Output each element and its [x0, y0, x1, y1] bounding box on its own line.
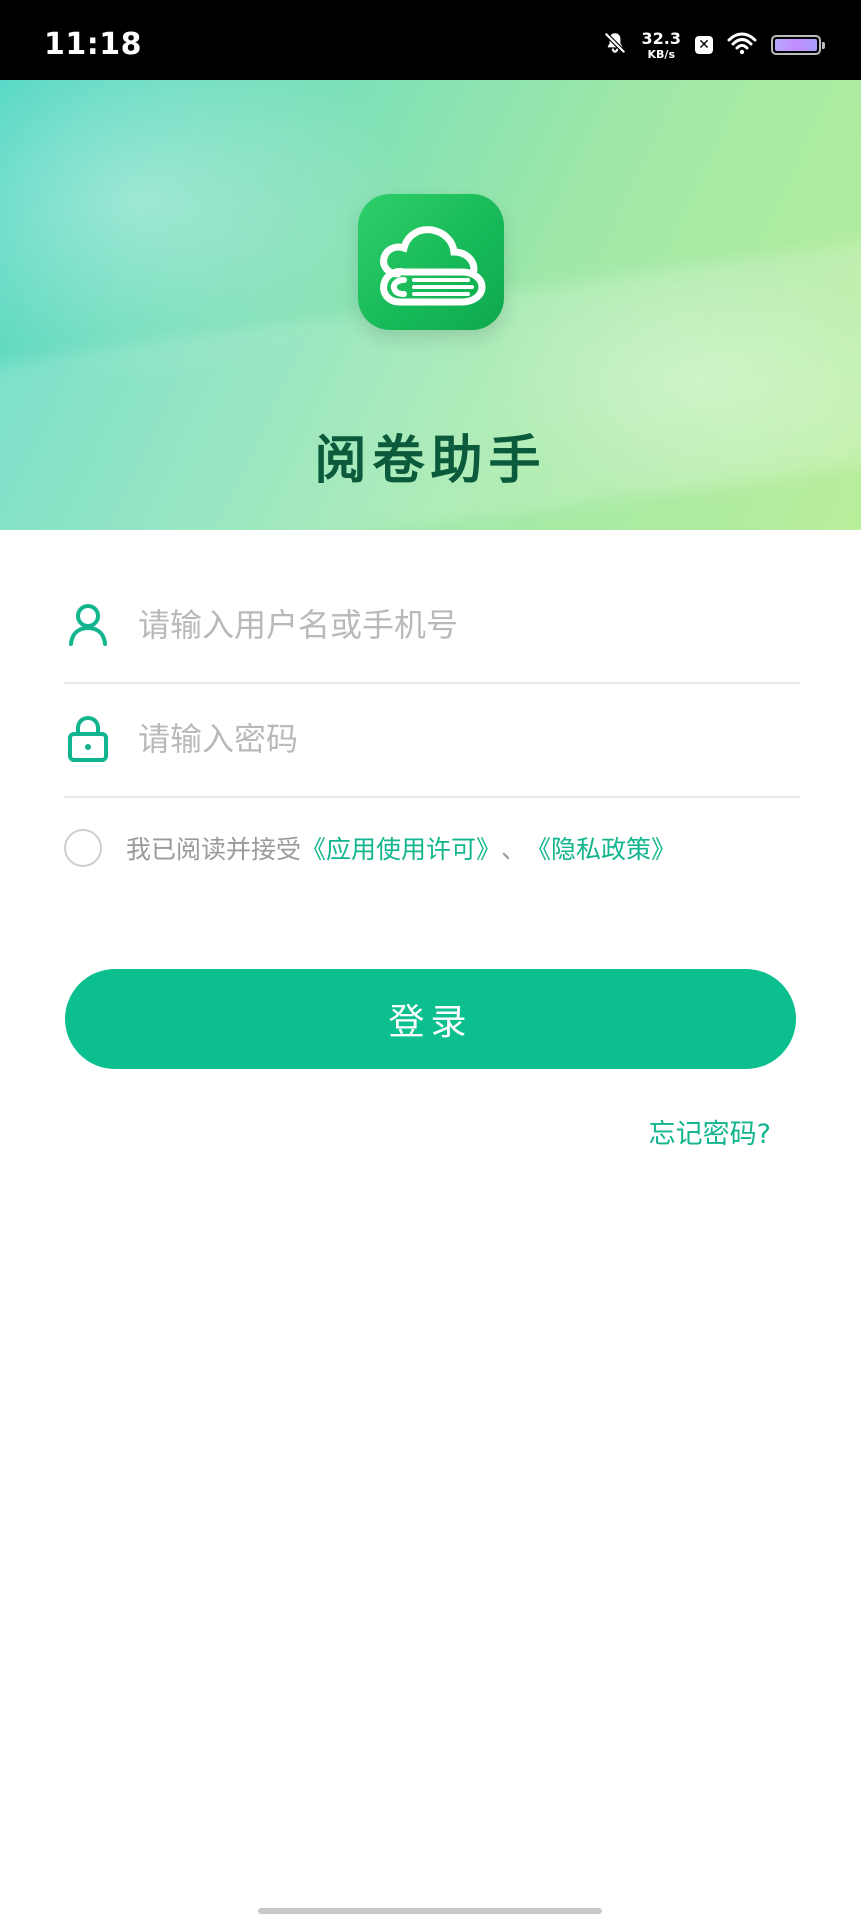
lock-icon: [64, 714, 112, 762]
forgot-password-link[interactable]: 忘记密码?: [649, 1112, 771, 1151]
bell-muted-icon: [602, 30, 628, 60]
app-logo-icon: [358, 194, 504, 330]
home-indicator[interactable]: [258, 1908, 602, 1914]
password-field: [64, 688, 800, 798]
license-link[interactable]: 《应用使用许可》: [301, 830, 501, 866]
x-icon: ✕: [695, 36, 713, 54]
network-speed-value: 32.3: [641, 28, 681, 48]
agreement-separator: 、: [501, 835, 527, 864]
battery-icon: [771, 35, 825, 55]
agreement-checkbox[interactable]: [64, 829, 102, 867]
agreement-row: 我已阅读并接受 《应用使用许可》 、 《隐私政策》: [64, 826, 824, 870]
login-button[interactable]: 登录: [65, 969, 796, 1069]
username-field: [64, 574, 800, 684]
app-name: 阅卷助手: [314, 431, 547, 491]
privacy-policy-link[interactable]: 《隐私政策》: [526, 830, 676, 866]
wifi-icon: [727, 31, 757, 59]
user-icon: [64, 600, 112, 648]
battery-fill: [775, 39, 817, 51]
network-speed: 32.3 KB/s: [641, 28, 681, 61]
status-time: 11:18: [44, 27, 142, 62]
network-speed-unit: KB/s: [647, 47, 675, 61]
agreement-prefix: 我已阅读并接受: [126, 835, 302, 864]
status-icons: 32.3 KB/s ✕: [602, 28, 825, 62]
password-input[interactable]: [136, 710, 780, 768]
username-input[interactable]: [136, 596, 780, 654]
hero-banner: 阅卷助手: [0, 80, 861, 530]
status-bar: 11:18 32.3 KB/s ✕: [0, 0, 861, 80]
